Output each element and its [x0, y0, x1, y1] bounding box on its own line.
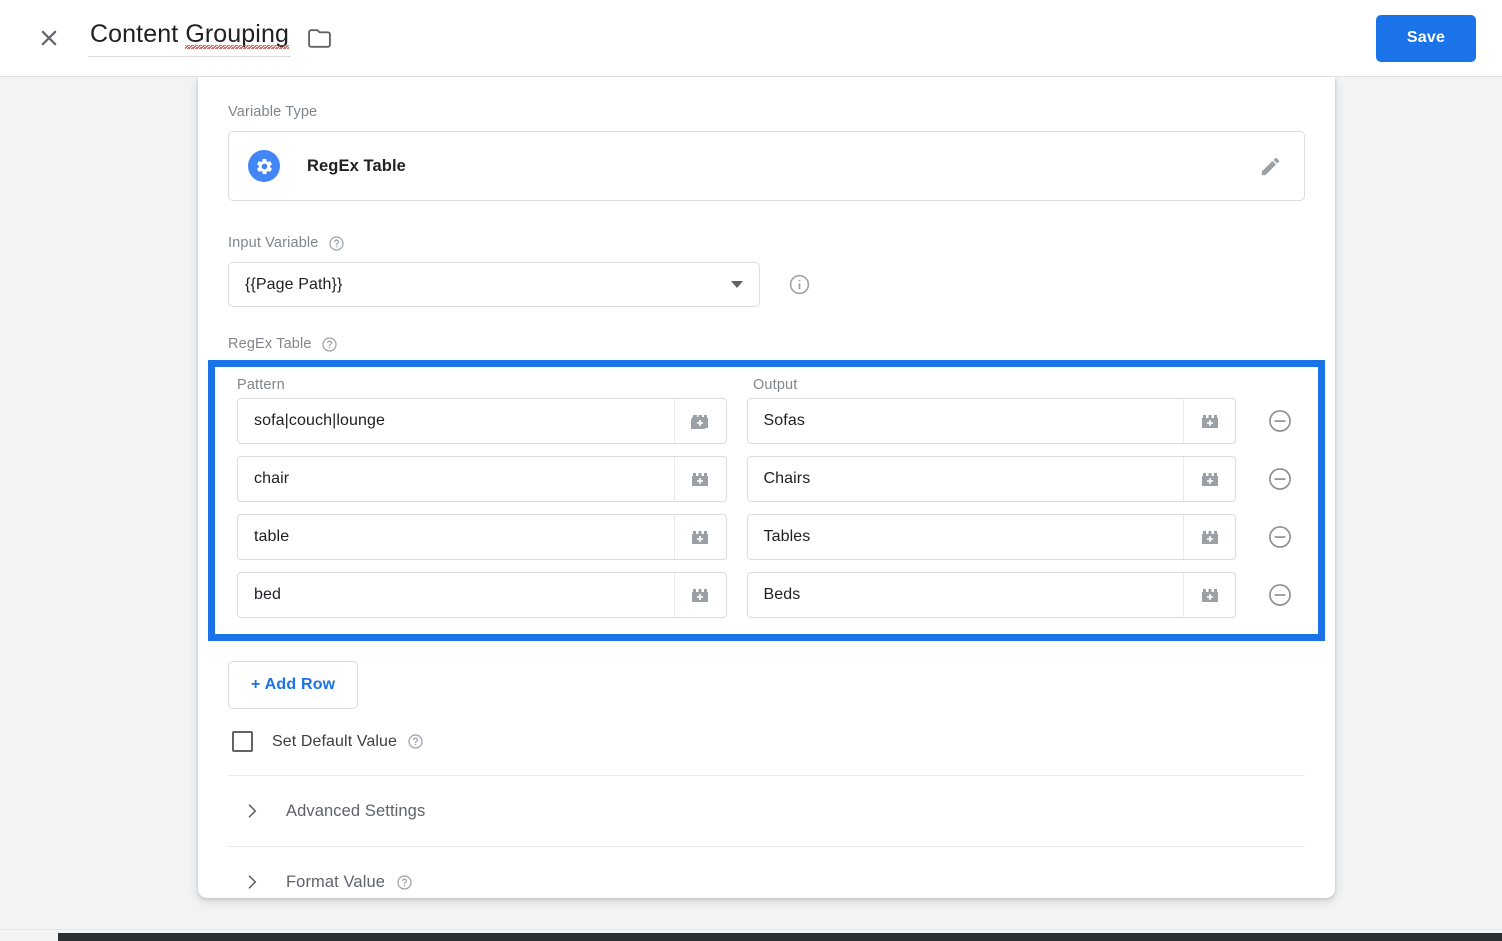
- pattern-cell: sofa|couch|lounge: [237, 398, 727, 444]
- pattern-input[interactable]: table: [238, 515, 674, 559]
- save-button[interactable]: Save: [1376, 14, 1476, 62]
- output-cell: Chairs: [746, 456, 1236, 502]
- add-row-area: + Add Row: [228, 641, 1305, 709]
- horizontal-scrollbar-thumb[interactable]: [58, 933, 1502, 941]
- remove-circle-icon[interactable]: [1258, 582, 1302, 608]
- gtm-variable-editor-page: Content Grouping Save Variable Type RegE…: [0, 0, 1502, 941]
- table-row: sofa|couch|lounge Sofas: [237, 398, 1302, 444]
- page-header: Content Grouping Save: [0, 0, 1502, 77]
- section-title-wrap: Format Value: [286, 873, 413, 892]
- variable-picker-brick-icon[interactable]: [1183, 457, 1235, 501]
- variable-name-input[interactable]: Content Grouping: [88, 19, 291, 57]
- advanced-settings-label: Advanced Settings: [286, 801, 426, 820]
- gear-icon: [248, 150, 280, 182]
- page-title-part-2-misspelled: Grouping: [185, 20, 289, 48]
- pattern-cell: chair: [237, 456, 727, 502]
- table-row: bed Beds: [237, 572, 1302, 618]
- format-value-label: Format Value: [286, 872, 386, 891]
- pattern-cell: table: [237, 514, 727, 560]
- input-variable-label-row: Input Variable: [228, 233, 1305, 253]
- variable-picker-brick-icon[interactable]: [1183, 573, 1235, 617]
- page-content: Variable Type RegEx Table Input Variable…: [0, 77, 1502, 941]
- column-header-pattern: Pattern: [237, 377, 285, 393]
- regex-table-highlight: Pattern Output sofa|couch|lounge Sofas c…: [208, 360, 1325, 641]
- input-variable-row: {{Page Path}}: [228, 262, 1305, 307]
- output-input[interactable]: Sofas: [748, 399, 1184, 443]
- section-advanced-settings[interactable]: Advanced Settings: [228, 776, 1305, 846]
- set-default-value-checkbox[interactable]: [232, 731, 253, 752]
- remove-circle-icon[interactable]: [1258, 524, 1302, 550]
- output-cell: Tables: [746, 514, 1236, 560]
- section-format-value[interactable]: Format Value: [228, 847, 1305, 917]
- close-icon: [36, 25, 62, 51]
- chevron-right-icon: [242, 872, 272, 892]
- info-circle-icon[interactable]: [788, 273, 811, 296]
- table-row: table Tables: [237, 514, 1302, 560]
- input-variable-label: Input Variable: [228, 235, 319, 251]
- variable-type-box: RegEx Table: [228, 131, 1305, 201]
- output-cell: Sofas: [746, 398, 1236, 444]
- set-default-value-label-wrap: Set Default Value: [272, 733, 424, 751]
- input-variable-value: {{Page Path}}: [245, 275, 343, 293]
- pattern-input[interactable]: bed: [238, 573, 674, 617]
- add-row-button[interactable]: + Add Row: [228, 661, 359, 709]
- help-circle-icon[interactable]: [328, 235, 345, 252]
- horizontal-scrollbar[interactable]: [0, 929, 1502, 941]
- help-circle-icon[interactable]: [396, 874, 413, 891]
- variable-picker-brick-icon[interactable]: [673, 515, 726, 559]
- title-area: Content Grouping: [88, 19, 332, 57]
- variable-picker-brick-icon[interactable]: [1183, 515, 1235, 559]
- variable-picker-brick-icon[interactable]: [673, 457, 726, 501]
- regex-table-label-row: RegEx Table: [228, 334, 1305, 354]
- variable-type-label-row: Variable Type: [228, 102, 1305, 122]
- pattern-cell: bed: [237, 572, 727, 618]
- variable-type-name: RegEx Table: [307, 156, 406, 175]
- variable-picker-brick-icon[interactable]: [673, 399, 726, 443]
- help-circle-icon[interactable]: [407, 733, 424, 750]
- chevron-right-icon: [242, 801, 272, 821]
- pencil-icon[interactable]: [1259, 155, 1282, 178]
- pattern-input[interactable]: chair: [238, 457, 674, 501]
- chevron-down-icon: [731, 281, 743, 288]
- set-default-value-row[interactable]: Set Default Value: [228, 709, 1305, 775]
- output-input[interactable]: Chairs: [748, 457, 1184, 501]
- regex-table-label: RegEx Table: [228, 336, 312, 352]
- variable-picker-brick-icon[interactable]: [673, 573, 726, 617]
- variable-config-card: Variable Type RegEx Table Input Variable…: [198, 77, 1335, 898]
- column-header-output: Output: [753, 377, 798, 393]
- card-inner: Variable Type RegEx Table Input Variable…: [198, 77, 1335, 917]
- variable-picker-brick-icon[interactable]: [1183, 399, 1235, 443]
- output-cell: Beds: [746, 572, 1236, 618]
- close-button[interactable]: [28, 17, 70, 59]
- set-default-value-label: Set Default Value: [272, 732, 398, 750]
- output-input[interactable]: Tables: [748, 515, 1184, 559]
- pattern-input[interactable]: sofa|couch|lounge: [238, 399, 674, 443]
- input-variable-select[interactable]: {{Page Path}}: [228, 262, 760, 307]
- output-input[interactable]: Beds: [748, 573, 1184, 617]
- section-title-wrap: Advanced Settings: [286, 802, 425, 821]
- page-title-part-1: Content: [90, 20, 186, 48]
- regex-table-header: Pattern Output: [237, 377, 1302, 393]
- table-row: chair Chairs: [237, 456, 1302, 502]
- folder-icon[interactable]: [307, 26, 332, 51]
- help-circle-icon[interactable]: [321, 336, 338, 353]
- page-title: Content Grouping: [90, 19, 289, 49]
- remove-circle-icon[interactable]: [1258, 466, 1302, 492]
- variable-type-label: Variable Type: [228, 104, 318, 120]
- remove-circle-icon[interactable]: [1258, 408, 1302, 434]
